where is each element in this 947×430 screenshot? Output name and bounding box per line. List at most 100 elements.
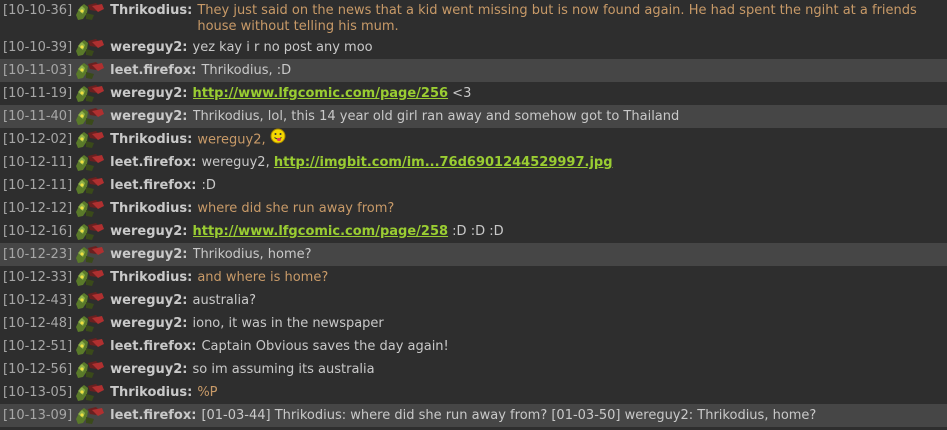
goblin-avatar-icon (74, 290, 106, 310)
message-text: wereguy2, http://imgbit.com/im...76d6901… (201, 151, 612, 174)
message-text: Thrikodius, :D (201, 59, 291, 82)
message-timestamp: [10-12-23] (3, 247, 73, 262)
message-link[interactable]: http://www.lfgcomic.com/page/256 (193, 86, 449, 101)
message-timestamp: [10-12-12] (3, 201, 73, 216)
chat-message-row: [10-12-48] wereguy2: iono, it was in the … (0, 312, 947, 335)
chat-message-row: [10-11-03] leet.firefox: Thrikodius, :D (0, 59, 947, 82)
goblin-avatar-icon (74, 60, 106, 80)
message-timestamp: [10-13-05] (3, 385, 73, 400)
message-timestamp: [10-12-51] (3, 339, 73, 354)
goblin-avatar-icon (74, 106, 106, 126)
message-text-segment: iono, it was in the newspaper (192, 316, 384, 331)
chat-message-row: [10-12-12] Thrikodius: where did she run … (0, 197, 947, 220)
message-timestamp: [10-12-02] (3, 132, 73, 147)
message-text-segment: Thrikodius, home? (192, 247, 312, 262)
message-text: %P (197, 381, 217, 404)
message-text-segment: :D :D :D (448, 224, 504, 239)
message-text: australia? (193, 289, 256, 312)
message-link[interactable]: http://www.lfgcomic.com/page/258 (193, 224, 449, 239)
goblin-avatar-icon (74, 221, 106, 241)
message-text-segment: They just said on the news that a kid we… (197, 3, 917, 34)
chat-log: [10-10-36] Thrikodius: They just said on … (0, 0, 947, 427)
chat-message-row: [10-12-33] Thrikodius: and where is home? (0, 266, 947, 289)
goblin-avatar-icon (74, 313, 106, 333)
goblin-avatar-icon (74, 336, 106, 356)
message-text-segment: and where is home? (197, 270, 329, 285)
message-text-segment: australia? (192, 293, 256, 308)
chat-message-row: [10-12-11] leet.firefox: :D (0, 174, 947, 197)
message-text: so im assuming its australia (193, 358, 375, 381)
goblin-avatar-icon (74, 152, 106, 172)
message-text-segment: %P (197, 385, 218, 400)
chat-message-row: [10-11-19] wereguy2: http://www.lfgcomic.… (0, 82, 947, 105)
message-timestamp: [10-12-11] (3, 178, 73, 193)
message-text-segment: <3 (448, 86, 472, 101)
message-text-segment: Thrikodius, :D (201, 63, 292, 78)
chat-message-row: [10-12-43] wereguy2: australia? (0, 289, 947, 312)
message-nick[interactable]: wereguy2: (110, 36, 187, 59)
message-text-segment: Thrikodius, lol, this 14 year old girl r… (192, 109, 680, 124)
message-text: http://www.lfgcomic.com/page/256 <3 (193, 82, 472, 105)
message-timestamp: [10-12-33] (3, 270, 73, 285)
goblin-avatar-icon (74, 244, 106, 264)
chat-message-row: [10-12-23] wereguy2: Thrikodius, home? (0, 243, 947, 266)
message-text: and where is home? (197, 266, 328, 289)
message-nick[interactable]: leet.firefox: (110, 404, 196, 427)
goblin-avatar-icon (74, 175, 106, 195)
goblin-avatar-icon (74, 198, 106, 218)
message-nick[interactable]: Thrikodius: (110, 381, 192, 404)
chat-message-row: [10-12-51] leet.firefox: Captain Obvious … (0, 335, 947, 358)
message-nick[interactable]: wereguy2: (110, 82, 187, 105)
message-text: Thrikodius, home? (193, 243, 312, 266)
message-nick[interactable]: wereguy2: (110, 220, 187, 243)
message-timestamp: [10-12-48] (3, 316, 73, 331)
chat-message-row: [10-12-11] leet.firefox: wereguy2, http:/… (0, 151, 947, 174)
chat-message-row: [10-13-09] leet.firefox: [01-03-44] Thrik… (0, 404, 947, 427)
message-nick[interactable]: leet.firefox: (110, 151, 196, 174)
message-timestamp: [10-12-56] (3, 362, 73, 377)
message-text-segment: wereguy2, (197, 132, 266, 148)
message-nick[interactable]: leet.firefox: (110, 59, 196, 82)
message-text-segment: yez kay i r no post any moo (192, 40, 373, 55)
message-timestamp: [10-13-09] (3, 408, 73, 423)
message-text: :D (201, 174, 215, 197)
message-text: iono, it was in the newspaper (193, 312, 384, 335)
message-timestamp: [10-10-39] (3, 40, 73, 55)
message-text-segment: so im assuming its australia (192, 362, 375, 377)
goblin-avatar-icon (74, 1, 106, 21)
message-text-segment: :D (201, 178, 216, 193)
chat-message-row: [10-12-02] Thrikodius: wereguy2, (0, 128, 947, 151)
message-text: http://www.lfgcomic.com/page/258 :D :D :… (193, 220, 504, 243)
message-nick[interactable]: Thrikodius: (110, 266, 192, 289)
message-timestamp: [10-11-19] (3, 86, 73, 101)
tongue-smiley-icon (270, 128, 286, 151)
message-text: [01-03-44] Thrikodius: where did she run… (201, 404, 816, 427)
message-text-segment: Captain Obvious saves the day again! (201, 339, 449, 354)
goblin-avatar-icon (74, 267, 106, 287)
message-text: Thrikodius, lol, this 14 year old girl r… (193, 105, 680, 128)
chat-message-row: [10-10-39] wereguy2: yez kay i r no post … (0, 36, 947, 59)
message-text: where did she run away from? (197, 197, 394, 220)
message-nick[interactable]: wereguy2: (110, 289, 187, 312)
message-link[interactable]: http://imgbit.com/im...76d6901244529997.… (274, 155, 613, 170)
message-timestamp: [10-10-36] (3, 3, 73, 18)
goblin-avatar-icon (74, 37, 106, 57)
message-nick[interactable]: wereguy2: (110, 105, 187, 128)
message-nick[interactable]: Thrikodius: (110, 197, 192, 220)
message-text-segment: [01-03-44] Thrikodius: where did she run… (201, 408, 817, 423)
goblin-avatar-icon (74, 382, 106, 402)
message-nick[interactable]: Thrikodius: (110, 128, 192, 151)
message-text: Captain Obvious saves the day again! (201, 335, 448, 358)
chat-message-row: [10-13-05] Thrikodius: %P (0, 381, 947, 404)
goblin-avatar-icon (74, 405, 106, 425)
message-nick[interactable]: leet.firefox: (110, 335, 196, 358)
message-nick[interactable]: wereguy2: (110, 312, 187, 335)
message-nick[interactable]: Thrikodius: (110, 3, 192, 19)
message-text: They just said on the news that a kid we… (197, 3, 947, 35)
message-nick[interactable]: wereguy2: (110, 243, 187, 266)
chat-message-row: [10-12-16] wereguy2: http://www.lfgcomic.… (0, 220, 947, 243)
message-nick[interactable]: wereguy2: (110, 358, 187, 381)
message-nick[interactable]: leet.firefox: (110, 174, 196, 197)
message-timestamp: [10-11-03] (3, 63, 73, 78)
goblin-avatar-icon (74, 359, 106, 379)
